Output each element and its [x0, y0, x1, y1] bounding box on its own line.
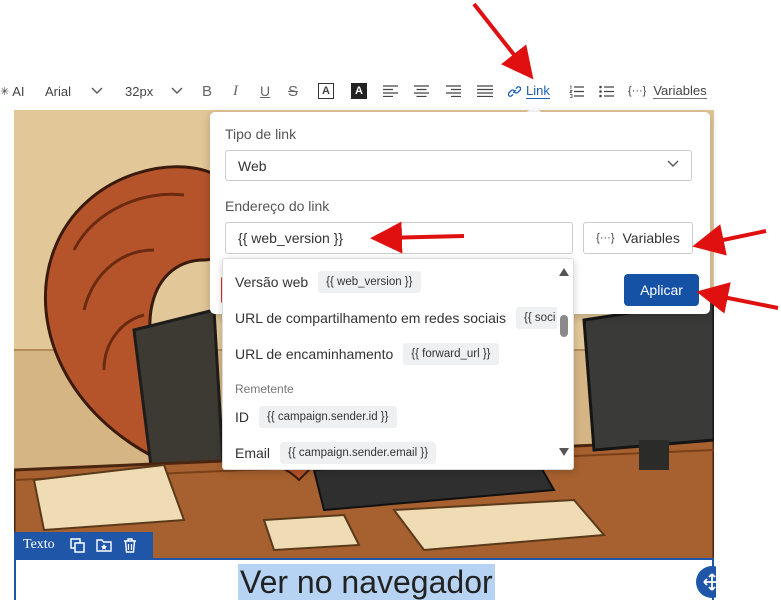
ai-label: AI — [12, 83, 25, 99]
dropdown-scrollbar[interactable] — [557, 259, 573, 469]
save-block-button[interactable] — [91, 532, 117, 558]
text-color-button[interactable]: A — [318, 78, 334, 104]
page-margin — [716, 540, 781, 600]
italic-icon: I — [233, 82, 238, 99]
variables-button-label: Variables — [622, 230, 680, 246]
bullet-list-icon — [599, 85, 614, 97]
editor-toolbar: ✳ AI Arial 32px B I U S A A Link {···} V… — [0, 78, 781, 104]
align-left-icon — [383, 85, 398, 97]
align-center-icon — [414, 85, 429, 97]
variable-group-sender: Remetente — [235, 382, 294, 396]
background-color-icon: A — [351, 83, 367, 99]
link-label: Link — [526, 83, 550, 99]
sparkle-icon: ✳ — [0, 85, 10, 98]
variable-option-sender-email[interactable]: Email {{ campaign.sender.email }} — [235, 441, 437, 465]
variable-tag: {{ campaign.sender.id }} — [259, 406, 397, 428]
variable-tag: {{ forward_url }} — [403, 343, 499, 365]
variable-tag: {{ campaign.sender.email }} — [280, 442, 437, 464]
font-family-select[interactable]: Arial — [45, 78, 103, 104]
scroll-up-icon — [559, 268, 569, 276]
font-family-value: Arial — [45, 83, 72, 99]
align-left-button[interactable] — [383, 78, 398, 104]
ordered-list-button[interactable] — [569, 78, 584, 104]
variable-option-label: URL de compartilhamento em redes sociais — [235, 310, 507, 326]
align-right-icon — [446, 85, 461, 97]
variable-tag: {{ web_version }} — [318, 271, 421, 293]
chevron-down-icon — [171, 87, 183, 94]
italic-button[interactable]: I — [233, 78, 238, 104]
text-color-icon: A — [318, 83, 334, 99]
link-type-label: Tipo de link — [225, 126, 297, 142]
align-right-button[interactable] — [446, 78, 461, 104]
text-block-toolbar: Texto — [14, 532, 153, 558]
variables-toolbar-label: Variables — [653, 83, 707, 99]
variable-option-label: ID — [235, 409, 249, 425]
font-size-value: 32px — [125, 83, 154, 99]
delete-block-button[interactable] — [117, 532, 143, 558]
red-arrow-icon — [472, 2, 534, 80]
variable-option-label: URL de encaminhamento — [235, 346, 394, 362]
trash-icon — [123, 537, 136, 553]
text-block-label: Texto — [23, 537, 55, 552]
strikethrough-icon: S — [288, 82, 299, 100]
background-color-button[interactable]: A — [351, 78, 367, 104]
variable-option-web-version[interactable]: Versão web {{ web_version }} — [235, 270, 421, 294]
variable-option-label: Email — [235, 445, 271, 461]
justify-icon — [477, 85, 493, 97]
bold-icon: B — [202, 82, 213, 100]
variables-icon: {···} — [628, 85, 647, 97]
link-button[interactable]: Link — [508, 78, 550, 104]
variable-option-sender-id[interactable]: ID {{ campaign.sender.id }} — [235, 405, 397, 429]
underline-button[interactable]: U — [260, 78, 270, 104]
variables-dropdown: Versão web {{ web_version }} URL de comp… — [222, 258, 574, 470]
underline-icon: U — [260, 83, 271, 99]
ordered-list-icon — [569, 85, 584, 98]
apply-button-label: Aplicar — [640, 282, 683, 298]
variables-icon: {···} — [596, 232, 615, 244]
text-content-block[interactable]: Ver no navegador — [14, 558, 714, 600]
variable-option-forward-url[interactable]: URL de encaminhamento {{ forward_url }} — [235, 342, 499, 366]
link-type-select[interactable]: Web — [225, 150, 692, 181]
red-arrow-icon — [696, 282, 779, 314]
variable-option-social-share-url[interactable]: URL de compartilhamento em redes sociais… — [235, 306, 564, 330]
chevron-down-icon — [667, 160, 679, 167]
variables-button[interactable]: {···} Variables — [583, 222, 693, 254]
variable-option-label: Versão web — [235, 274, 309, 290]
bold-button[interactable]: B — [202, 78, 212, 104]
copy-icon — [70, 537, 85, 553]
font-size-select[interactable]: 32px — [125, 78, 183, 104]
link-address-label: Endereço do link — [225, 198, 330, 214]
justify-button[interactable] — [477, 78, 493, 104]
link-address-input[interactable]: {{ web_version }} — [225, 222, 573, 254]
link-type-value: Web — [238, 157, 267, 174]
save-block-icon — [95, 539, 112, 552]
bullet-list-button[interactable] — [599, 78, 614, 104]
scroll-down-icon — [559, 448, 569, 456]
view-in-browser-text[interactable]: Ver no navegador — [238, 564, 495, 600]
apply-button[interactable]: Aplicar — [624, 274, 699, 306]
chevron-down-icon — [91, 87, 103, 94]
variables-toolbar-button[interactable]: {···} Variables — [628, 78, 707, 104]
link-icon — [508, 85, 521, 97]
ai-button[interactable]: ✳ AI — [0, 78, 25, 104]
link-address-value: {{ web_version }} — [238, 230, 344, 246]
scrollbar-thumb[interactable] — [560, 315, 568, 337]
strikethrough-button[interactable]: S — [288, 78, 298, 104]
align-center-button[interactable] — [414, 78, 429, 104]
duplicate-block-button[interactable] — [65, 532, 91, 558]
